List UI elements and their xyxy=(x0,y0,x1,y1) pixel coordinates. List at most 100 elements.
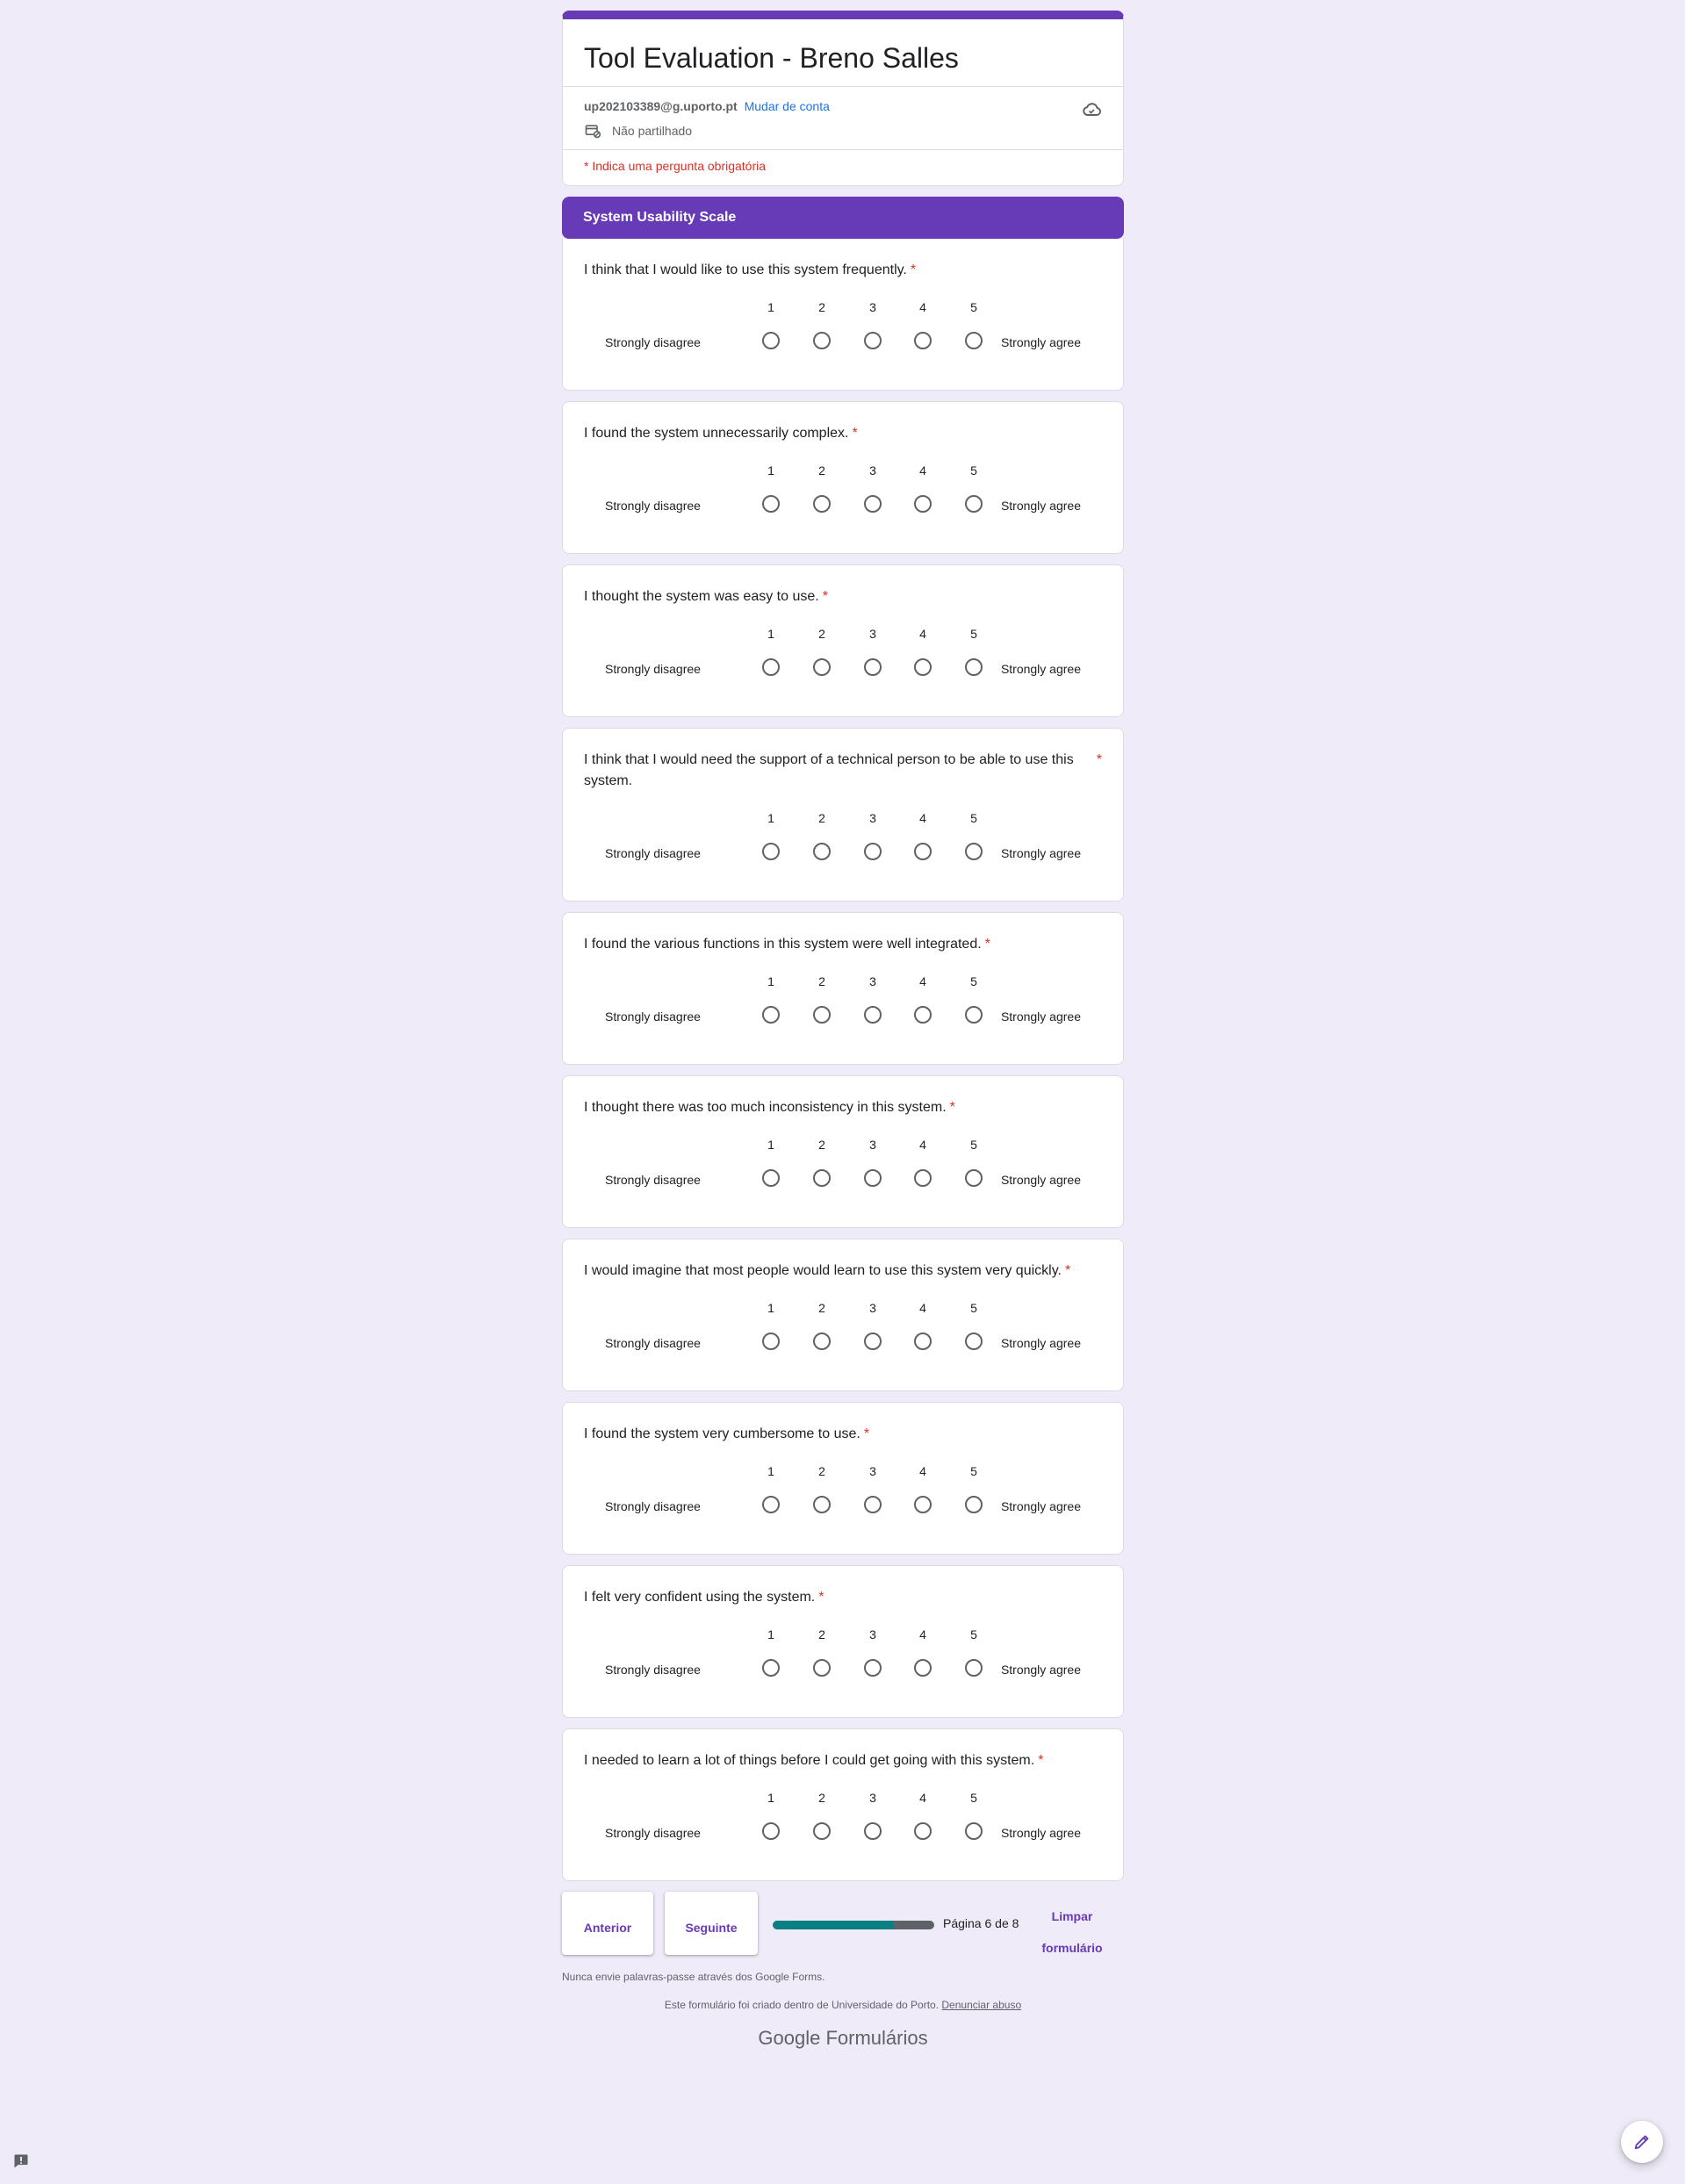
section-header: System Usability Scale xyxy=(562,197,1124,239)
scale-number: 5 xyxy=(970,627,977,641)
scale-high-label: Strongly agree xyxy=(1000,846,1081,860)
scale-radio-4[interactable] xyxy=(914,1169,932,1187)
scale-low-label: Strongly disagree xyxy=(605,846,701,860)
scale-radio-3[interactable] xyxy=(864,843,882,860)
scale-radio-2[interactable] xyxy=(813,1333,831,1350)
scale-radio-3[interactable] xyxy=(864,495,882,513)
scale-radio-1[interactable] xyxy=(762,843,780,860)
scale-high-label: Strongly agree xyxy=(1000,335,1081,349)
scale-radio-2[interactable] xyxy=(813,332,831,349)
scale-radio-5[interactable] xyxy=(965,1496,983,1513)
scale-radio-5[interactable] xyxy=(965,1659,983,1677)
scale-number: 4 xyxy=(919,1464,926,1478)
scale-radio-4[interactable] xyxy=(914,1822,932,1840)
scale-high-label: Strongly agree xyxy=(1000,1663,1081,1677)
scale-number: 2 xyxy=(818,1301,825,1315)
scale-radio-3[interactable] xyxy=(864,1169,882,1187)
scale-radio-5[interactable] xyxy=(965,1006,983,1024)
scale-radio-2[interactable] xyxy=(813,1822,831,1840)
linear-scale: Strongly disagree 1 2 3 4 5 Strongly agree xyxy=(584,955,1102,1064)
scale-radio-3[interactable] xyxy=(864,1006,882,1024)
progress-bar-fill xyxy=(773,1921,894,1929)
scale-radio-4[interactable] xyxy=(914,843,932,860)
scale-number: 1 xyxy=(767,1301,774,1315)
cloud-icon[interactable] xyxy=(1081,99,1102,120)
feedback-icon[interactable] xyxy=(12,2152,30,2170)
required-asterisk: * xyxy=(910,262,917,277)
switch-account-link[interactable]: Mudar de conta xyxy=(745,99,830,113)
scale-number: 4 xyxy=(919,300,926,314)
report-abuse-link[interactable]: Denunciar abuso xyxy=(941,1999,1021,2011)
scale-radio-5[interactable] xyxy=(965,658,983,676)
scale-radio-3[interactable] xyxy=(864,658,882,676)
scale-number: 3 xyxy=(869,1791,876,1805)
required-asterisk: * xyxy=(1038,1753,1044,1768)
scale-number: 2 xyxy=(818,974,825,988)
clear-form-label-line1: Limpar xyxy=(1051,1909,1093,1923)
scale-radio-3[interactable] xyxy=(864,1496,882,1513)
question-text: I thought the system was easy to use. xyxy=(584,589,819,604)
scale-radio-4[interactable] xyxy=(914,1496,932,1513)
scale-radio-4[interactable] xyxy=(914,658,932,676)
google-forms-logo[interactable]: Google Formulários xyxy=(562,2027,1124,2050)
linear-scale: Strongly disagree 1 2 3 4 5 Strongly agree xyxy=(584,444,1102,553)
question-title: I found the various functions in this sy… xyxy=(584,934,1102,955)
question-title: I think that I would need the support of… xyxy=(584,750,1102,792)
scale-radio-4[interactable] xyxy=(914,332,932,349)
scale-number: 5 xyxy=(970,300,977,314)
scale-radio-4[interactable] xyxy=(914,1333,932,1350)
scale-number: 5 xyxy=(970,811,977,825)
scale-radio-5[interactable] xyxy=(965,1333,983,1350)
question-text: I think that I would like to use this sy… xyxy=(584,262,907,277)
scale-radio-5[interactable] xyxy=(965,332,983,349)
question-card: I found the system unnecessarily complex… xyxy=(562,401,1124,554)
scale-low-label: Strongly disagree xyxy=(605,335,701,349)
scale-low-label: Strongly disagree xyxy=(605,1499,701,1513)
scale-radio-4[interactable] xyxy=(914,495,932,513)
created-text: Este formulário foi criado dentro de Uni… xyxy=(664,1999,940,2011)
not-shared-icon xyxy=(585,125,601,139)
scale-radio-1[interactable] xyxy=(762,1496,780,1513)
scale-radio-2[interactable] xyxy=(813,658,831,676)
scale-radio-2[interactable] xyxy=(813,1659,831,1677)
next-button[interactable]: Seguinte xyxy=(665,1892,758,1955)
scale-radio-1[interactable] xyxy=(762,658,780,676)
scale-radio-1[interactable] xyxy=(762,1006,780,1024)
previous-button[interactable]: Anterior xyxy=(562,1892,653,1955)
scale-radio-1[interactable] xyxy=(762,1822,780,1840)
scale-high-label: Strongly agree xyxy=(1000,662,1081,676)
scale-radio-1[interactable] xyxy=(762,1333,780,1350)
scale-radio-1[interactable] xyxy=(762,495,780,513)
scale-radio-3[interactable] xyxy=(864,1659,882,1677)
clear-form-button[interactable]: Limpar formulário xyxy=(1020,1900,1124,1964)
edit-button[interactable] xyxy=(1621,2121,1663,2163)
scale-radio-3[interactable] xyxy=(864,1822,882,1840)
scale-radio-5[interactable] xyxy=(965,843,983,860)
brand-google: Google xyxy=(758,2027,821,2049)
scale-radio-2[interactable] xyxy=(813,843,831,860)
scale-radio-1[interactable] xyxy=(762,332,780,349)
scale-radio-1[interactable] xyxy=(762,1169,780,1187)
scale-radio-1[interactable] xyxy=(762,1659,780,1677)
scale-radio-3[interactable] xyxy=(864,332,882,349)
scale-radio-2[interactable] xyxy=(813,1169,831,1187)
scale-radio-5[interactable] xyxy=(965,495,983,513)
question-title: I would imagine that most people would l… xyxy=(584,1261,1102,1282)
question-title: I found the system very cumbersome to us… xyxy=(584,1424,1102,1445)
scale-radio-4[interactable] xyxy=(914,1006,932,1024)
scale-radio-5[interactable] xyxy=(965,1169,983,1187)
required-asterisk: * xyxy=(818,1590,824,1605)
question-title: I felt very confident using the system. * xyxy=(584,1587,1102,1608)
scale-radio-3[interactable] xyxy=(864,1333,882,1350)
scale-radio-5[interactable] xyxy=(965,1822,983,1840)
scale-radio-2[interactable] xyxy=(813,1006,831,1024)
linear-scale: Strongly disagree 1 2 3 4 5 Strongly agree xyxy=(584,1282,1102,1390)
form-title: Tool Evaluation - Breno Salles xyxy=(584,42,959,74)
question-text: I found the system very cumbersome to us… xyxy=(584,1426,861,1441)
linear-scale: Strongly disagree 1 2 3 4 5 Strongly agree xyxy=(584,1445,1102,1554)
scale-number: 2 xyxy=(818,1138,825,1152)
scale-number: 1 xyxy=(767,974,774,988)
scale-radio-4[interactable] xyxy=(914,1659,932,1677)
scale-radio-2[interactable] xyxy=(813,1496,831,1513)
scale-radio-2[interactable] xyxy=(813,495,831,513)
